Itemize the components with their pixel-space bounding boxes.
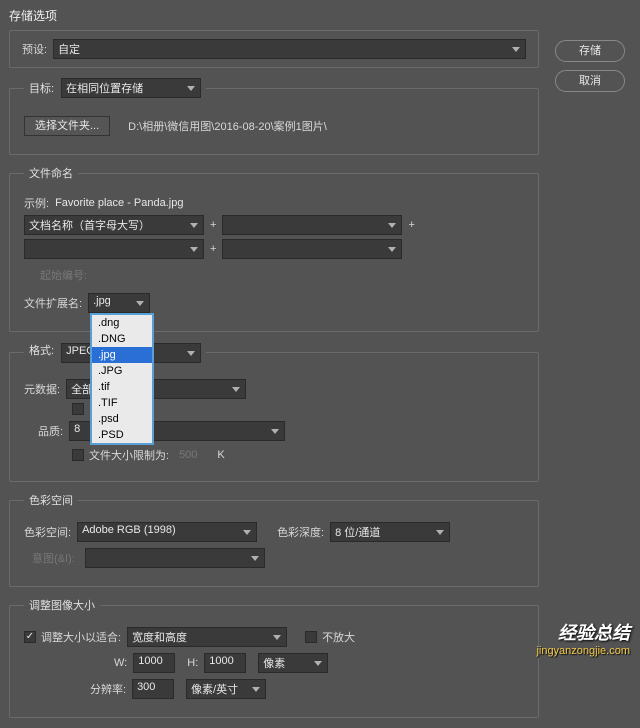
watermark: 经验总结 jingyanzongjie.com — [536, 619, 630, 657]
name-seg3-select[interactable] — [24, 239, 204, 259]
colorspace-label: 色彩空间: — [24, 524, 71, 540]
resize-checkbox[interactable]: ✓ — [24, 631, 36, 643]
watermark-cn: 经验总结 — [536, 619, 630, 645]
res-label: 分辨率: — [90, 681, 126, 697]
target-location-select[interactable]: 在相同位置存储 — [61, 78, 201, 98]
intent-select — [85, 548, 265, 568]
preset-select[interactable]: 自定 — [53, 39, 526, 59]
target-group: 目标: 在相同位置存储 选择文件夹... D:\相册\微信用图\2016-08-… — [9, 78, 539, 155]
metadata-checkbox[interactable] — [72, 403, 84, 415]
ext-opt-JPG[interactable]: .JPG — [92, 363, 152, 379]
example-value: Favorite place - Panda.jpg — [55, 197, 183, 209]
choose-folder-button[interactable]: 选择文件夹... — [24, 116, 110, 136]
color-group: 色彩空间 色彩空间: Adobe RGB (1998) 色彩深度: 8 位/通道… — [9, 492, 539, 587]
quality-label: 品质: — [38, 423, 63, 439]
ext-opt-jpg[interactable]: .jpg — [92, 347, 152, 363]
ext-dropdown[interactable]: .dng .DNG .jpg .JPG .tif .TIF .psd .PSD — [90, 313, 154, 445]
limit-value: 500 — [179, 449, 197, 461]
ext-label: 文件扩展名: — [24, 295, 82, 311]
name-seg2-select[interactable] — [222, 215, 402, 235]
metadata-label: 元数据: — [24, 381, 60, 397]
res-unit-select[interactable]: 像素/英寸 — [186, 679, 266, 699]
ext-opt-TIF[interactable]: .TIF — [92, 395, 152, 411]
limit-unit: K — [217, 449, 224, 461]
color-legend: 色彩空间 — [24, 492, 78, 508]
ext-opt-dng[interactable]: .dng — [92, 315, 152, 331]
filenaming-legend: 文件命名 — [24, 165, 78, 181]
colordepth-label: 色彩深度: — [277, 524, 324, 540]
example-label: 示例: — [24, 195, 49, 211]
cancel-button[interactable]: 取消 — [555, 70, 625, 92]
noenlarge-label: 不放大 — [322, 629, 355, 645]
w-input[interactable]: 1000 — [133, 653, 175, 673]
plus-1: + — [210, 219, 216, 231]
filenaming-group: 文件命名 示例: Favorite place - Panda.jpg 文档名称… — [9, 165, 539, 332]
h-input[interactable]: 1000 — [204, 653, 246, 673]
window-title: 存储选项 — [0, 0, 640, 31]
ext-opt-psd[interactable]: .psd — [92, 411, 152, 427]
plus-2: + — [408, 219, 414, 231]
resize-group: 调整图像大小 ✓ 调整大小以适合: 宽度和高度 不放大 W: 1000 H: 1… — [9, 597, 539, 718]
fit-label: 调整大小以适合: — [41, 629, 121, 645]
startnum-label: 起始编号: — [40, 267, 87, 283]
noenlarge-checkbox[interactable] — [305, 631, 317, 643]
limit-checkbox[interactable] — [72, 449, 84, 461]
target-path: D:\相册\微信用图\2016-08-20\案例1图片\ — [128, 118, 327, 134]
save-button[interactable]: 存储 — [555, 40, 625, 62]
target-legend: 目标: — [29, 83, 54, 95]
limit-label: 文件大小限制为: — [89, 447, 169, 463]
ext-select[interactable]: .jpg — [88, 293, 150, 313]
ext-opt-DNG[interactable]: .DNG — [92, 331, 152, 347]
intent-label: 意图(&I): — [32, 550, 75, 566]
preset-label: 预设: — [22, 41, 47, 57]
name-seg4-select[interactable] — [222, 239, 402, 259]
size-unit-select[interactable]: 像素 — [258, 653, 328, 673]
ext-opt-tif[interactable]: .tif — [92, 379, 152, 395]
format-legend: 格式: — [29, 345, 54, 357]
fit-select[interactable]: 宽度和高度 — [127, 627, 287, 647]
name-seg1-select[interactable]: 文档名称（首字母大写） — [24, 215, 204, 235]
h-label: H: — [187, 657, 198, 669]
resize-legend: 调整图像大小 — [24, 597, 100, 613]
colorspace-select[interactable]: Adobe RGB (1998) — [77, 522, 257, 542]
plus-3: + — [210, 243, 216, 255]
w-label: W: — [114, 657, 127, 669]
watermark-url: jingyanzongjie.com — [536, 645, 630, 657]
format-group: 格式: JPEG 元数据: 全部 品质: 8 高 (8-9) 文件大小限制为: … — [9, 342, 539, 482]
colordepth-select[interactable]: 8 位/通道 — [330, 522, 450, 542]
res-input[interactable]: 300 — [132, 679, 174, 699]
ext-opt-PSD[interactable]: .PSD — [92, 427, 152, 443]
